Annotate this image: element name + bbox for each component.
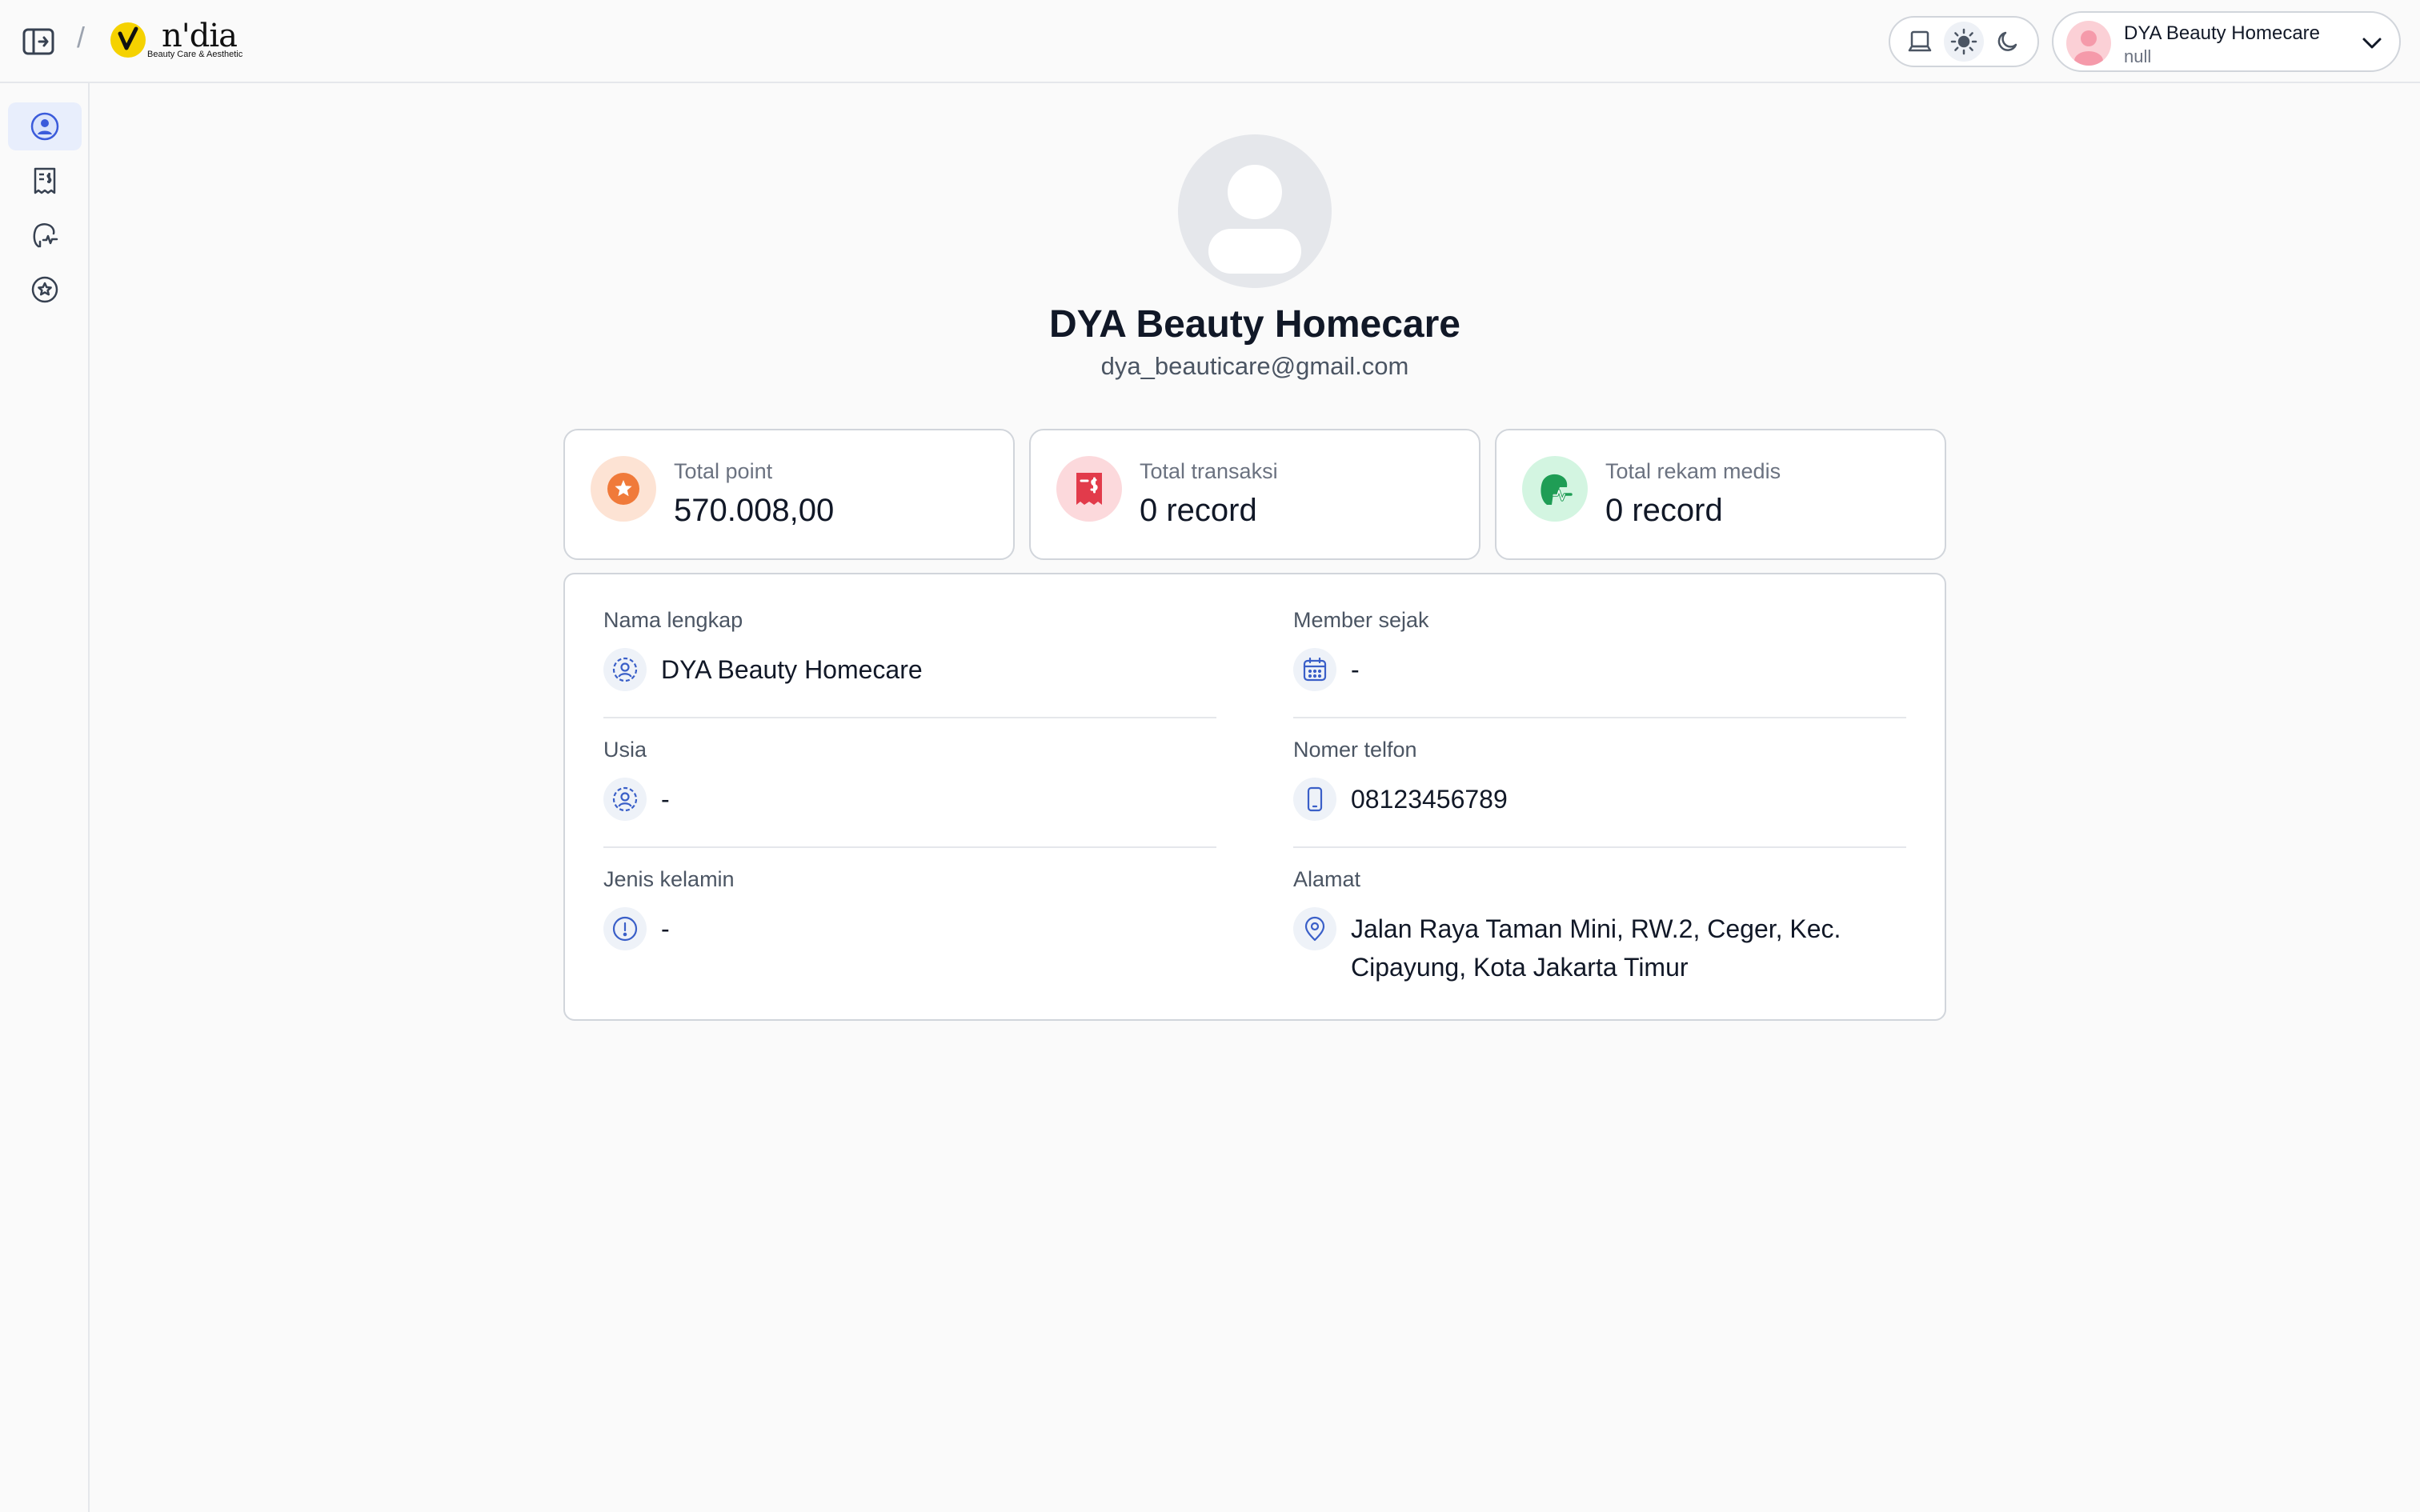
sidebar-item-transactions[interactable] bbox=[8, 157, 82, 205]
profile-email: dya_beauticare@gmail.com bbox=[1100, 352, 1409, 380]
theme-system-button[interactable] bbox=[1900, 22, 1940, 62]
stat-label: Total transaksi bbox=[1140, 459, 1278, 483]
profile-details-card: Nama lengkap DYA Beauty Homecare Member … bbox=[563, 573, 1946, 1021]
laptop-icon bbox=[1909, 30, 1932, 52]
theme-switcher bbox=[1889, 16, 2039, 67]
user-avatar bbox=[2066, 21, 2111, 66]
stat-label: Total point bbox=[674, 459, 773, 483]
field-age: Usia - bbox=[603, 738, 1218, 821]
field-label: Nama lengkap bbox=[603, 608, 743, 632]
phone-icon bbox=[1293, 778, 1336, 821]
sidebar-item-profile[interactable] bbox=[8, 102, 82, 150]
stat-icon-transactions bbox=[1056, 456, 1122, 522]
field-label: Nomer telfon bbox=[1293, 738, 1417, 762]
medical-record-icon bbox=[1541, 474, 1573, 505]
stat-card-points: Total point 570.008,00 bbox=[563, 429, 1015, 560]
top-bar: / n'dia Beauty Care & Aesthetic DYA Beau… bbox=[0, 0, 2420, 83]
user-name: DYA Beauty Homecare bbox=[2124, 22, 2321, 44]
brand-logo-subtitle: Beauty Care & Aesthetic bbox=[147, 50, 243, 59]
field-gender: Jenis kelamin - bbox=[603, 867, 1218, 950]
user-circle-dashed-icon bbox=[603, 648, 647, 691]
user-circle-icon bbox=[30, 112, 59, 141]
sidebar-item-points[interactable] bbox=[8, 266, 82, 314]
field-value: Jalan Raya Taman Mini, RW.2, Ceger, Kec.… bbox=[1351, 914, 1841, 982]
medical-record-icon bbox=[33, 223, 58, 248]
user-menu-button[interactable]: DYA Beauty Homecare null bbox=[2052, 11, 2401, 72]
field-member-since: Member sejak - bbox=[1293, 608, 1908, 691]
breadcrumb-separator: / bbox=[77, 21, 86, 54]
field-full-name: Nama lengkap DYA Beauty Homecare bbox=[603, 608, 1218, 691]
divider bbox=[603, 717, 1216, 718]
divider bbox=[603, 846, 1216, 848]
field-label: Usia bbox=[603, 738, 647, 762]
receipt-dollar-icon bbox=[1076, 473, 1102, 505]
field-value: 08123456789 bbox=[1351, 785, 1508, 814]
stat-icon-medical-records bbox=[1522, 456, 1588, 522]
stat-card-medical-records: Total rekam medis 0 record bbox=[1495, 429, 1946, 560]
sidebar bbox=[0, 83, 90, 1512]
theme-dark-button[interactable] bbox=[1988, 22, 2028, 62]
field-value: - bbox=[1351, 655, 1360, 684]
brand-logo[interactable]: n'dia Beauty Care & Aesthetic bbox=[109, 18, 261, 66]
location-pin-icon bbox=[1293, 907, 1336, 950]
info-circle-icon bbox=[603, 907, 647, 950]
field-label: Member sejak bbox=[1293, 608, 1429, 632]
star-icon bbox=[607, 473, 639, 505]
field-label: Alamat bbox=[1293, 867, 1361, 891]
stat-value: 0 record bbox=[1605, 493, 1723, 528]
field-value: DYA Beauty Homecare bbox=[661, 655, 923, 684]
sun-icon bbox=[1950, 28, 1977, 55]
moon-icon bbox=[1997, 31, 2017, 51]
field-value: - bbox=[661, 914, 670, 943]
field-phone: Nomer telfon 08123456789 bbox=[1293, 738, 1908, 821]
star-badge-icon bbox=[31, 276, 58, 303]
profile-avatar bbox=[1178, 134, 1332, 288]
theme-light-button[interactable] bbox=[1943, 22, 1984, 62]
field-value: - bbox=[661, 785, 670, 814]
profile-name: DYA Beauty Homecare bbox=[1048, 303, 1460, 346]
field-label: Jenis kelamin bbox=[603, 867, 735, 891]
calendar-icon bbox=[1293, 648, 1336, 691]
chevron-down-icon bbox=[2362, 38, 2382, 49]
stat-card-transactions: Total transaksi 0 record bbox=[1029, 429, 1480, 560]
sidebar-toggle-icon[interactable] bbox=[19, 22, 58, 61]
stat-value: 570.008,00 bbox=[674, 493, 835, 528]
divider bbox=[1293, 846, 1906, 848]
user-role: null bbox=[2124, 46, 2152, 66]
user-circle-dashed-icon bbox=[603, 778, 647, 821]
stat-icon-points bbox=[591, 456, 656, 522]
divider bbox=[1293, 717, 1906, 718]
receipt-icon bbox=[34, 167, 56, 194]
field-address: Alamat Jalan Raya Taman Mini, RW.2, Cege… bbox=[1293, 867, 1908, 986]
sidebar-item-medical-records[interactable] bbox=[8, 211, 82, 259]
stat-label: Total rekam medis bbox=[1605, 459, 1781, 483]
stat-value: 0 record bbox=[1140, 493, 1257, 528]
